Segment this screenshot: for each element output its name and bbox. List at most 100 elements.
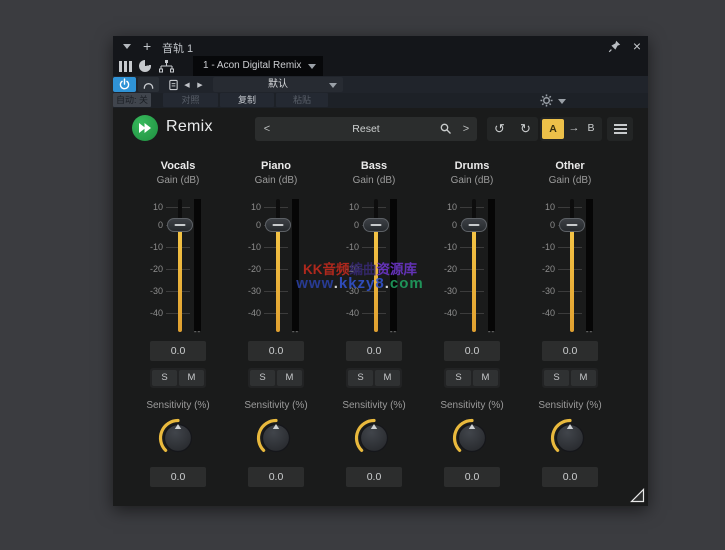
mute-button[interactable]: M: [375, 370, 400, 386]
sensitivity-knob[interactable]: [351, 414, 397, 460]
meter-peak: --: [585, 327, 594, 336]
sensitivity-knob[interactable]: [547, 414, 593, 460]
chevron-down-icon[interactable]: [558, 99, 566, 104]
channel-strip-icon[interactable]: [116, 58, 134, 74]
fader-handle[interactable]: [265, 218, 291, 232]
mute-button[interactable]: M: [473, 370, 498, 386]
compare-button[interactable]: 对照: [163, 93, 218, 107]
channel-strips: Vocals Gain (dB) 10 0 -10 -20 -30 -40 --…: [129, 158, 619, 493]
solo-button[interactable]: S: [544, 370, 569, 386]
scale-label: -20: [247, 264, 261, 274]
sensitivity-knob[interactable]: [155, 414, 201, 460]
solo-mute-group: S M: [444, 368, 500, 388]
scale-label: 10: [446, 202, 457, 212]
ab-copy-arrow[interactable]: →: [566, 117, 582, 140]
mute-button[interactable]: M: [179, 370, 204, 386]
tab-label: 1 - Acon Digital Remix: [203, 60, 302, 71]
plugin-toolbar: ◀ ▶ 默认: [113, 76, 648, 93]
fader-handle[interactable]: [461, 218, 487, 232]
sensitivity-knob[interactable]: [253, 414, 299, 460]
gain-value[interactable]: 0.0: [346, 341, 402, 361]
mute-button[interactable]: M: [571, 370, 596, 386]
mute-button[interactable]: M: [277, 370, 302, 386]
solo-button[interactable]: S: [446, 370, 471, 386]
add-button[interactable]: +: [143, 38, 151, 54]
gear-icon[interactable]: [540, 94, 553, 107]
tab-plugin[interactable]: 1 - Acon Digital Remix: [193, 56, 323, 76]
sensitivity-value[interactable]: 0.0: [346, 467, 402, 487]
chevron-down-icon[interactable]: [123, 44, 131, 49]
scale-label: -40: [247, 308, 261, 318]
redo-icon[interactable]: ↻: [513, 117, 538, 141]
gain-value[interactable]: 0.0: [542, 341, 598, 361]
tab-row: 1 - Acon Digital Remix: [113, 56, 648, 76]
fader-fill: [570, 225, 574, 332]
scale-label: -30: [149, 286, 163, 296]
scale-label: -40: [149, 308, 163, 318]
sensitivity-knob[interactable]: [449, 414, 495, 460]
prev-preset-button[interactable]: ◀: [181, 77, 193, 92]
scale-label: 0: [451, 220, 457, 230]
search-icon[interactable]: [439, 122, 453, 136]
scale-label: 0: [549, 220, 555, 230]
channel-name: Drums: [454, 160, 490, 172]
paste-button[interactable]: 粘贴: [276, 93, 328, 107]
gain-label: Gain (dB): [548, 175, 592, 186]
plugin-toolbar-row2: 自动: 关 对照 复制 粘贴: [113, 93, 648, 108]
close-icon[interactable]: ×: [629, 38, 645, 54]
fader-handle[interactable]: [167, 218, 193, 232]
watermark-line2: www.kkzy8.com: [296, 275, 424, 292]
menu-button[interactable]: [607, 117, 633, 141]
gain-value[interactable]: 0.0: [150, 341, 206, 361]
plugin-window: + 音轨 1 × 1 - Acon Digital Remix ◀ ▶ 默认 自…: [113, 36, 648, 506]
solo-mute-group: S M: [248, 368, 304, 388]
gain-label: Gain (dB): [156, 175, 200, 186]
bypass-button[interactable]: [138, 77, 159, 92]
pin-icon[interactable]: [608, 39, 622, 53]
scale-label: 10: [250, 202, 261, 212]
scale-label: -40: [443, 308, 457, 318]
gain-fader-area: 10 0 -10 -20 -30 -40 --: [521, 194, 619, 342]
sensitivity-value[interactable]: 0.0: [542, 467, 598, 487]
preset-next-button[interactable]: >: [459, 117, 473, 141]
scale-label: -10: [541, 242, 555, 252]
resize-handle[interactable]: [630, 488, 645, 503]
plugin-preset-bar[interactable]: < Reset >: [255, 117, 477, 141]
solo-button[interactable]: S: [348, 370, 373, 386]
scale-label: 10: [152, 202, 163, 212]
preset-dropdown[interactable]: 默认: [213, 77, 343, 92]
level-meter: [194, 199, 201, 331]
scale-label: 0: [255, 220, 261, 230]
gain-label: Gain (dB): [450, 175, 494, 186]
solo-button[interactable]: S: [250, 370, 275, 386]
preset-file-icon[interactable]: [165, 77, 181, 92]
fader-handle[interactable]: [559, 218, 585, 232]
fader-handle[interactable]: [363, 218, 389, 232]
ab-a-button[interactable]: A: [542, 119, 564, 139]
undo-redo-group: ↺ ↻: [487, 117, 538, 141]
gain-label: Gain (dB): [254, 175, 298, 186]
sensitivity-value[interactable]: 0.0: [248, 467, 304, 487]
copy-button[interactable]: 复制: [220, 93, 274, 107]
pan-icon[interactable]: [137, 58, 153, 74]
acon-digital-logo: [132, 115, 158, 141]
routing-icon[interactable]: [156, 58, 176, 74]
meter-peak: --: [291, 327, 300, 336]
fader-fill: [472, 225, 476, 332]
channel-name: Bass: [360, 160, 388, 172]
channel-name: Vocals: [160, 160, 196, 172]
gain-fader-area: 10 0 -10 -20 -30 -40 --: [423, 194, 521, 342]
channel-name: Other: [555, 160, 585, 172]
ab-b-button[interactable]: B: [582, 117, 600, 140]
gain-value[interactable]: 0.0: [444, 341, 500, 361]
sensitivity-value[interactable]: 0.0: [150, 467, 206, 487]
next-preset-button[interactable]: ▶: [194, 77, 206, 92]
chevron-down-icon: [329, 83, 337, 88]
gain-value[interactable]: 0.0: [248, 341, 304, 361]
solo-button[interactable]: S: [152, 370, 177, 386]
solo-mute-group: S M: [150, 368, 206, 388]
sensitivity-value[interactable]: 0.0: [444, 467, 500, 487]
automation-button[interactable]: 自动: 关: [113, 93, 151, 107]
power-button[interactable]: [113, 77, 136, 92]
undo-icon[interactable]: ↺: [487, 117, 512, 141]
